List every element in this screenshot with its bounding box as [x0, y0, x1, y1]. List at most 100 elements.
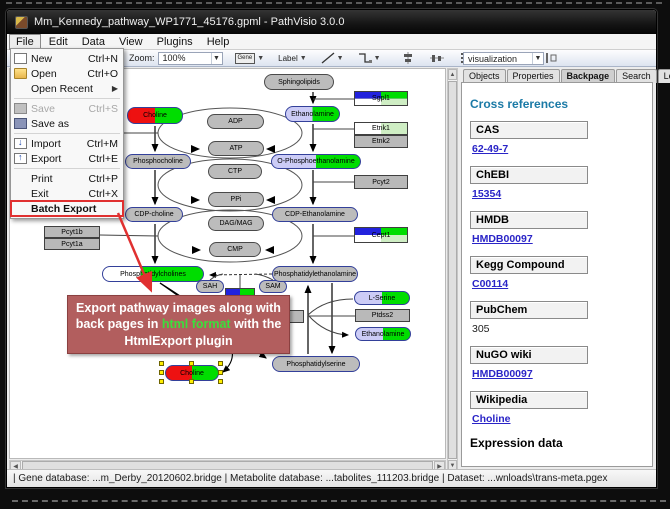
line-icon — [321, 52, 335, 64]
file-menu-export[interactable]: Export Ctrl+E — [11, 151, 123, 166]
label-tool-button[interactable]: Label ▼ — [276, 51, 309, 65]
node-ethanolamine-bottom[interactable]: Ethanolamine — [355, 327, 411, 341]
selection-handle[interactable] — [218, 379, 223, 384]
vertical-scrollbar[interactable]: ▲ ▼ — [447, 68, 458, 472]
xref-db-name: Wikipedia — [470, 391, 588, 409]
file-menu-exit[interactable]: Exit Ctrl+X — [11, 186, 123, 201]
node-cdp-choline[interactable]: CDP-choline — [125, 207, 183, 222]
chevron-down-icon[interactable]: ▼ — [532, 53, 543, 64]
file-menu-import[interactable]: Import Ctrl+M — [11, 136, 123, 151]
selection-handle[interactable] — [159, 361, 164, 366]
tab-search[interactable]: Search — [616, 69, 657, 83]
connector-tool-button[interactable]: ▼ — [356, 51, 383, 65]
chevron-down-icon[interactable]: ▼ — [211, 53, 222, 64]
node-etnk1[interactable]: Etnk1 — [354, 122, 408, 135]
chevron-down-icon[interactable]: ▼ — [300, 55, 307, 62]
selection-handle[interactable] — [159, 379, 164, 384]
xref-link[interactable]: Choline — [472, 413, 511, 425]
tab-backpage[interactable]: Backpage — [561, 69, 616, 83]
status-bar: | Gene database: ...m_Derby_20120602.bri… — [7, 469, 656, 487]
no-icon — [14, 188, 27, 199]
xref-link[interactable]: HMDB00097 — [472, 233, 533, 245]
tab-objects[interactable]: Objects — [463, 69, 506, 83]
chevron-down-icon[interactable]: ▼ — [257, 55, 264, 62]
node-cept1[interactable]: Cept1 — [354, 227, 408, 243]
line-tool-button[interactable]: ▼ — [319, 51, 346, 65]
no-icon — [14, 173, 27, 184]
node-phosphatidylethanolamine[interactable]: Phosphatidylethanolamine — [272, 266, 358, 282]
xref-link[interactable]: 62-49-7 — [472, 143, 508, 155]
file-menu-new[interactable]: New Ctrl+N — [11, 51, 123, 66]
node-phosphatidylcholines[interactable]: Phosphatidylcholines — [102, 266, 204, 282]
selection-handle[interactable] — [218, 370, 223, 375]
backpage-content[interactable]: Cross references CAS 62-49-7 ChEBI 15354… — [461, 82, 653, 467]
menu-item-label: Batch Export — [31, 203, 118, 215]
node-dag-mag[interactable]: DAG/MAG — [208, 216, 264, 231]
side-panel: Objects Properties Backpage Search Legen… — [459, 67, 655, 469]
xref-link[interactable]: HMDB00097 — [472, 368, 533, 380]
node-o-phosphoethanolamine[interactable]: O-Phosphoethanolamine — [271, 154, 361, 169]
node-pcyt2[interactable]: Pcyt2 — [354, 175, 408, 189]
file-menu-batch-export[interactable]: Batch Export — [11, 201, 123, 216]
menu-plugins[interactable]: Plugins — [151, 35, 199, 49]
common-height-icon — [544, 52, 558, 64]
label-tool-text: Label — [278, 54, 298, 63]
file-menu-save-as[interactable]: Save as — [11, 116, 123, 131]
xref-section-hmdb: HMDB HMDB00097 — [470, 211, 644, 247]
no-icon — [14, 83, 27, 94]
scroll-up-icon[interactable]: ▲ — [448, 69, 457, 80]
file-menu-print[interactable]: Print Ctrl+P — [11, 171, 123, 186]
vertical-scroll-thumb[interactable] — [448, 81, 457, 459]
chevron-down-icon[interactable]: ▼ — [374, 55, 381, 62]
node-sgpl1[interactable]: Sgpl1 — [354, 91, 408, 106]
xref-link[interactable]: C00114 — [472, 278, 508, 290]
node-etnk2[interactable]: Etnk2 — [354, 135, 408, 148]
node-pcyt1a[interactable]: Pcyt1a — [44, 238, 100, 250]
node-phosphatidylserine[interactable]: Phosphatidylserine — [272, 356, 360, 372]
common-height-button[interactable] — [542, 51, 560, 65]
gene-datanode-button[interactable]: Gene ▼ — [233, 51, 267, 65]
visualization-combobox[interactable]: visualization ▼ — [463, 52, 544, 65]
zoom-label: Zoom: — [129, 53, 155, 63]
menu-data[interactable]: Data — [76, 35, 111, 49]
file-menu-open-recent[interactable]: Open Recent ▶ — [11, 81, 123, 96]
node-ppi[interactable]: PPi — [208, 192, 264, 207]
zoom-combobox[interactable]: 100% ▼ — [158, 52, 223, 65]
annotation-callout: Export pathway images along with back pa… — [67, 295, 290, 354]
xref-db-name: Kegg Compound — [470, 256, 588, 274]
title-bar[interactable]: Mm_Kennedy_pathway_WP1771_45176.gpml - P… — [7, 10, 656, 34]
align-center-y-button[interactable] — [428, 51, 446, 65]
menu-view[interactable]: View — [113, 35, 149, 49]
tab-legend[interactable]: Legend — [658, 69, 670, 83]
file-menu-save: Save Ctrl+S — [11, 101, 123, 116]
node-ctp[interactable]: CTP — [208, 164, 262, 179]
xref-db-name: HMDB — [470, 211, 588, 229]
node-phosphocholine[interactable]: Phosphocholine — [125, 154, 191, 169]
node-adp[interactable]: ADP — [207, 114, 264, 129]
node-pcyt1b[interactable]: Pcyt1b — [44, 226, 100, 238]
align-center-x-button[interactable] — [399, 51, 417, 65]
node-l-serine[interactable]: L-Serine — [354, 291, 410, 305]
node-ptdss2[interactable]: Ptdss2 — [355, 309, 410, 322]
chevron-down-icon[interactable]: ▼ — [337, 55, 344, 62]
cross-references-heading: Cross references — [470, 97, 644, 111]
selection-handle[interactable] — [159, 370, 164, 375]
node-sphingolipids[interactable]: Sphingolipids — [264, 74, 334, 90]
node-cmp[interactable]: CMP — [209, 242, 261, 257]
node-sah[interactable]: SAH — [196, 280, 224, 293]
node-ethanolamine-top[interactable]: Ethanolamine — [285, 106, 340, 122]
tab-properties[interactable]: Properties — [507, 69, 560, 83]
menu-separator — [14, 168, 120, 169]
node-atp[interactable]: ATP — [208, 141, 264, 156]
node-cdp-ethanolamine[interactable]: CDP-Ethanolamine — [272, 207, 358, 222]
selection-handle[interactable] — [189, 361, 194, 366]
xref-link[interactable]: 15354 — [472, 188, 501, 200]
node-choline-top[interactable]: Choline — [127, 107, 183, 124]
file-menu-open[interactable]: Open Ctrl+O — [11, 66, 123, 81]
menu-help[interactable]: Help — [201, 35, 236, 49]
menu-edit[interactable]: Edit — [43, 35, 74, 49]
callout-highlight: html format — [162, 317, 231, 331]
selection-handle[interactable] — [218, 361, 223, 366]
selection-handle[interactable] — [189, 379, 194, 384]
xref-section-chebi: ChEBI 15354 — [470, 166, 644, 202]
